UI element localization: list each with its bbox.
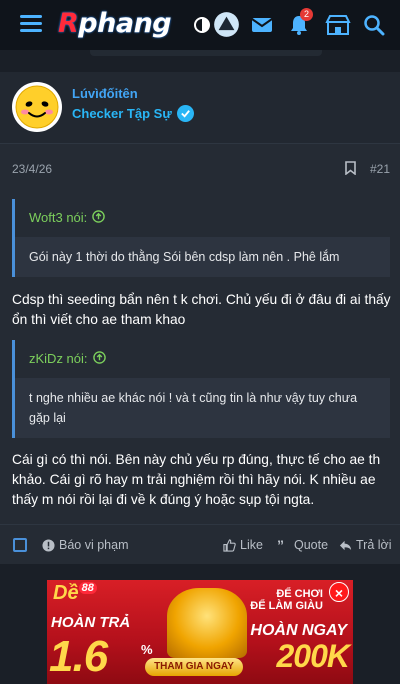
ad-brand-text: Dề — [53, 582, 79, 604]
reply-button[interactable]: Trả lời — [339, 538, 392, 552]
mail-icon[interactable] — [250, 13, 274, 37]
quote-author: zKiDz nói: — [29, 351, 88, 366]
close-ad-icon[interactable]: × — [329, 582, 349, 602]
ad-area: Dề 88 HOÀN TRẢ 1.6 % ĐỂ CHƠI ĐỂ LÀM GIÀU … — [0, 564, 400, 684]
quote-text: t nghe nhiều ae khác nói ! và t cũng tin… — [29, 391, 358, 425]
report-label: Báo vi phạm — [59, 538, 129, 552]
author-title: Checker Tập Sự — [72, 105, 194, 122]
go-to-quote-icon[interactable] — [92, 351, 106, 364]
post-author-block: Lúvìđốitên Checker Tập Sự — [0, 72, 400, 144]
go-to-quote-icon[interactable] — [92, 210, 106, 223]
quote-author: Woft3 nói: — [29, 210, 88, 225]
author-title-text: Checker Tập Sự — [72, 106, 172, 121]
author-name[interactable]: Lúvìđốitên — [72, 86, 138, 101]
quote-header[interactable]: Woft3 nói: — [15, 199, 390, 237]
select-post-checkbox[interactable] — [13, 538, 27, 552]
search-icon[interactable] — [362, 13, 386, 37]
forum-post: Lúvìđốitên Checker Tập Sự 23/4/26 #21 Wo… — [0, 72, 400, 564]
ad-brand: Dề 88 — [53, 582, 97, 605]
avatar[interactable] — [12, 82, 62, 132]
quote-text: Gói này 1 thời do thằng Sói bên cdsp làm… — [29, 250, 340, 264]
quote-block: zKiDz nói: t nghe nhiều ae khác nói ! và… — [12, 340, 390, 438]
report-button[interactable]: Báo vi phạm — [42, 538, 128, 552]
reply-text: Cdsp thì seeding bẩn nên t k chơi. Chủ y… — [12, 292, 391, 327]
quote-button[interactable]: ” Quote — [277, 536, 329, 553]
ad-percent-sign: % — [141, 642, 153, 657]
post-number[interactable]: #21 — [370, 162, 390, 176]
post-actions: Báo vi phạm Like ” Quote Trả lời — [0, 524, 400, 564]
advertisement-banner[interactable]: Dề 88 HOÀN TRẢ 1.6 % ĐỂ CHƠI ĐỂ LÀM GIÀU … — [47, 580, 353, 684]
ad-refund-rate: 1.6 — [49, 632, 108, 681]
ad-bonus-amount: 200K — [276, 638, 350, 674]
quote-header[interactable]: zKiDz nói: — [15, 340, 390, 378]
quote-label: Quote — [294, 538, 329, 552]
menu-icon[interactable] — [20, 15, 42, 33]
logo-text: phang — [78, 8, 172, 39]
ad-join-button[interactable]: THAM GIA NGAY — [145, 658, 243, 676]
warning-icon — [42, 538, 55, 552]
gold-pile-image — [167, 588, 247, 658]
smiley-avatar-icon — [15, 85, 59, 129]
ad-slogan: ĐỂ CHƠI ĐỂ LÀM GIÀU — [250, 588, 323, 612]
reply-arrow-icon — [339, 540, 352, 550]
like-label: Like — [240, 538, 263, 552]
store-icon[interactable] — [324, 13, 352, 37]
ad-brand-number: 88 — [78, 582, 97, 595]
post-date[interactable]: 23/4/26 — [12, 162, 52, 176]
reply-text: Cái gì có thì nói. Bên này chủ yếu rp đú… — [12, 452, 381, 507]
like-button[interactable]: Like — [223, 538, 263, 552]
top-navigation-bar: Rphang 2 — [0, 0, 400, 50]
site-logo[interactable]: Rphang — [58, 8, 172, 39]
ad-refund-label: HOÀN TRẢ — [51, 614, 131, 631]
logo-letter: R — [58, 8, 79, 39]
bookmark-icon[interactable] — [345, 161, 356, 175]
user-icon[interactable] — [213, 11, 240, 38]
theme-toggle-icon[interactable] — [190, 13, 214, 37]
quote-mark-icon: ” — [277, 536, 284, 553]
reply-label: Trả lời — [356, 538, 392, 552]
subheader — [0, 50, 400, 72]
notification-badge: 2 — [300, 8, 313, 21]
quote-block: Woft3 nói: Gói này 1 thời do thằng Sói b… — [12, 199, 390, 277]
thumbs-up-icon — [223, 538, 236, 552]
verified-badge-icon — [176, 105, 194, 122]
